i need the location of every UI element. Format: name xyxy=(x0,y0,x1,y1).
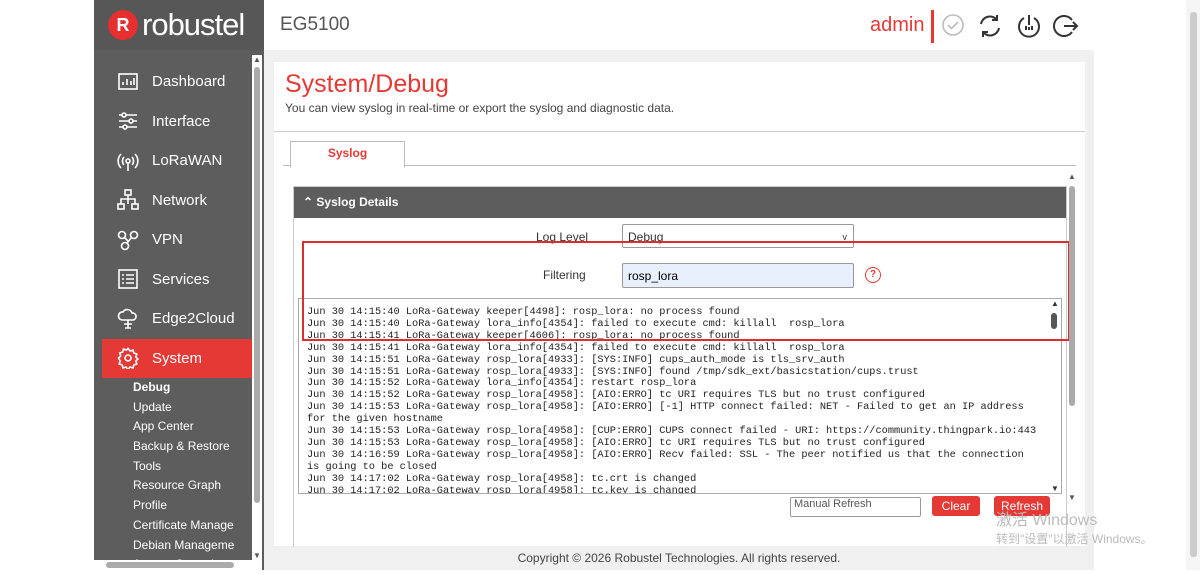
scroll-thumb[interactable] xyxy=(106,562,234,568)
submenu-item-profile[interactable]: Profile xyxy=(133,496,252,516)
page-title: System/Debug xyxy=(285,70,449,98)
sidebar-nav: Dashboard Interface LoRaWAN Network VPN … xyxy=(94,62,252,575)
highlight-annotation-box xyxy=(302,241,1070,341)
refresh-icon[interactable] xyxy=(977,13,1003,39)
sidebar-item-lorawan[interactable]: LoRaWAN xyxy=(94,141,252,181)
scroll-thumb[interactable] xyxy=(1190,12,1197,557)
watermark-line-1: 激活 Windows xyxy=(996,512,1098,529)
sidebar-item-services[interactable]: Services xyxy=(94,260,252,300)
sidebar-item-label: Edge2Cloud xyxy=(152,310,235,328)
top-header: EG5100 admin xyxy=(264,0,1094,50)
submenu-item-update[interactable]: Update xyxy=(133,398,252,418)
robustel-logo-icon: R xyxy=(108,10,138,40)
sidebar-item-label: Interface xyxy=(152,112,211,130)
submenu-item-resource-graph[interactable]: Resource Graph xyxy=(133,476,252,496)
refresh-mode-value: Manual Refresh xyxy=(794,498,872,510)
footer-copyright: Copyright © 2026 Robustel Technologies. … xyxy=(517,551,841,565)
sidebar-item-vpn[interactable]: VPN xyxy=(94,220,252,260)
sidebar-item-label: Services xyxy=(152,270,210,288)
interface-icon xyxy=(116,109,140,133)
scroll-down-icon[interactable]: ▼ xyxy=(253,551,261,560)
page-scrollbar[interactable] xyxy=(1186,0,1200,570)
save-check-icon[interactable] xyxy=(941,13,967,39)
sidebar-item-system[interactable]: System xyxy=(102,338,252,378)
sidebar-horizontal-scrollbar[interactable] xyxy=(94,560,262,570)
lorawan-icon xyxy=(116,149,140,173)
divider xyxy=(274,131,1085,132)
logout-icon[interactable] xyxy=(1053,13,1079,39)
sidebar-item-label: VPN xyxy=(152,231,183,249)
sidebar-item-dashboard[interactable]: Dashboard xyxy=(94,62,252,102)
scroll-thumb[interactable] xyxy=(1069,186,1075,406)
windows-activation-watermark: 激活 Windows 转到"设置"以激活 Windows。 xyxy=(996,506,1153,547)
sidebar-vertical-scrollbar[interactable]: ▲ ▼ xyxy=(252,55,262,560)
main-content: System/Debug You can view syslog in real… xyxy=(274,62,1085,547)
scroll-thumb[interactable] xyxy=(254,67,260,503)
sidebar-item-interface[interactable]: Interface xyxy=(94,102,252,142)
sidebar-item-label: Dashboard xyxy=(152,73,226,91)
panel-header[interactable]: ⌃ Syslog Details xyxy=(294,187,1066,218)
gear-icon xyxy=(116,346,140,370)
submenu-item-tools[interactable]: Tools xyxy=(133,457,252,477)
scroll-down-icon[interactable]: ▼ xyxy=(1068,493,1076,502)
brand-name: robustel xyxy=(142,7,245,42)
reboot-icon[interactable] xyxy=(1016,13,1042,39)
device-model: EG5100 xyxy=(280,14,350,35)
header-divider xyxy=(931,10,934,43)
sidebar-item-label: LoRaWAN xyxy=(152,152,223,170)
submenu-item-certificate-manager[interactable]: Certificate Manage xyxy=(133,516,252,536)
sidebar-item-network[interactable]: Network xyxy=(94,181,252,221)
syslog-details-panel: ⌃ Syslog Details Log Level Debug v Filte… xyxy=(293,186,1070,547)
scroll-down-icon[interactable]: ▼ xyxy=(1051,484,1059,493)
app-window: R robustel Dashboard Interface LoRaWAN N… xyxy=(94,0,1094,571)
tab-syslog[interactable]: Syslog xyxy=(290,141,405,168)
collapse-chevron-icon[interactable]: ⌃ xyxy=(303,195,313,209)
submenu-item-debian-management[interactable]: Debian Manageme xyxy=(133,536,252,556)
system-submenu: Debug Update App Center Backup & Restore… xyxy=(94,378,252,575)
sidebar-item-label: Network xyxy=(152,191,208,209)
cloud-icon xyxy=(116,307,140,331)
page-description: You can view syslog in real-time or expo… xyxy=(285,101,675,115)
submenu-item-backup-restore[interactable]: Backup & Restore xyxy=(133,437,252,457)
brand-logo[interactable]: R robustel xyxy=(94,0,264,50)
sidebar: R robustel Dashboard Interface LoRaWAN N… xyxy=(94,0,264,571)
dashboard-icon xyxy=(116,70,140,94)
scroll-up-icon[interactable]: ▲ xyxy=(1068,172,1076,181)
services-icon xyxy=(116,267,140,291)
submenu-item-app-center[interactable]: App Center xyxy=(133,417,252,437)
username[interactable]: admin xyxy=(870,14,924,37)
clear-button[interactable]: Clear xyxy=(932,496,980,516)
watermark-line-2: 转到"设置"以激活 Windows。 xyxy=(996,532,1153,546)
content-scrollbar[interactable]: ▲ ▼ xyxy=(1067,172,1077,502)
panel-title: Syslog Details xyxy=(316,195,399,209)
sidebar-item-edge2cloud[interactable]: Edge2Cloud xyxy=(94,299,252,339)
refresh-mode-select[interactable]: Manual Refresh xyxy=(790,497,921,517)
network-icon xyxy=(116,188,140,212)
scroll-up-icon[interactable]: ▲ xyxy=(253,55,261,64)
sidebar-item-label: System xyxy=(152,349,203,367)
vpn-icon xyxy=(116,228,140,252)
submenu-item-debug[interactable]: Debug xyxy=(133,378,252,398)
